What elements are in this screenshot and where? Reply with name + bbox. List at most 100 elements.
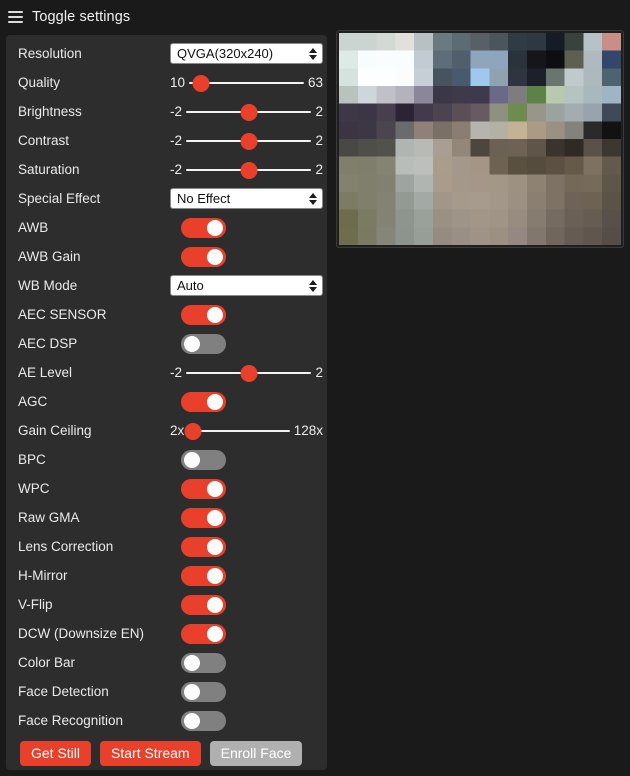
- slider-thumb[interactable]: [240, 132, 258, 150]
- toggle-knob: [207, 625, 223, 642]
- setting-control: [170, 648, 318, 677]
- toggle-bpc[interactable]: [181, 449, 226, 470]
- settings-rows: Resolution QVGA(320x240) Quality 10 63 Bright…: [6, 39, 327, 735]
- setting-label: V-Flip: [18, 597, 53, 612]
- toggle-knob: [207, 393, 223, 410]
- slider-track[interactable]: [186, 161, 312, 179]
- toggle-knob: [207, 567, 223, 584]
- setting-row-h-mirror: H-Mirror: [6, 561, 327, 590]
- slider-saturation[interactable]: -2 2: [170, 161, 323, 179]
- slider-brightness[interactable]: -2 2: [170, 103, 323, 121]
- setting-control: -2 2: [170, 126, 323, 155]
- toggle-agc[interactable]: [181, 391, 226, 412]
- setting-control: Auto: [170, 271, 323, 300]
- setting-control: -2 2: [170, 358, 323, 387]
- toggle-dcw-downsize-en[interactable]: [181, 623, 226, 644]
- setting-label: Quality: [18, 75, 61, 90]
- setting-row-aec-sensor: AEC SENSOR: [6, 300, 327, 329]
- setting-label: AEC DSP: [18, 336, 78, 351]
- setting-label: Face Detection: [18, 684, 109, 699]
- select-wb-mode[interactable]: Auto: [170, 275, 323, 296]
- top-bar: Toggle settings: [0, 0, 630, 33]
- slider-ae-level[interactable]: -2 2: [170, 364, 323, 382]
- slider-quality[interactable]: 10 63: [170, 74, 323, 92]
- setting-row-aec-dsp: AEC DSP: [6, 329, 327, 358]
- slider-thumb[interactable]: [240, 364, 258, 382]
- action-buttons: Get Still Start Stream Enroll Face: [6, 735, 327, 766]
- setting-row-v-flip: V-Flip: [6, 590, 327, 619]
- select-resolution[interactable]: QVGA(320x240): [170, 43, 323, 64]
- setting-label: Saturation: [18, 162, 80, 177]
- slider-contrast[interactable]: -2 2: [170, 132, 323, 150]
- toggle-h-mirror[interactable]: [181, 565, 226, 586]
- slider-track[interactable]: [186, 364, 312, 382]
- setting-row-agc: AGC: [6, 387, 327, 416]
- toggle-wpc[interactable]: [181, 478, 226, 499]
- setting-control: 2x 128x: [170, 416, 323, 445]
- get-still-button[interactable]: Get Still: [20, 741, 92, 766]
- toggle-knob: [207, 219, 223, 236]
- setting-control: [170, 677, 318, 706]
- setting-control: 10 63: [170, 68, 323, 97]
- setting-label: BPC: [18, 452, 46, 467]
- setting-row-contrast: Contrast -2 2: [6, 126, 327, 155]
- slider-thumb[interactable]: [240, 161, 258, 179]
- select-wrapper: No Effect: [170, 188, 323, 209]
- toggle-face-detection[interactable]: [181, 681, 226, 702]
- setting-row-wb-mode: WB Mode Auto: [6, 271, 327, 300]
- setting-control: [170, 387, 318, 416]
- setting-row-bpc: BPC: [6, 445, 327, 474]
- slider-track[interactable]: [184, 422, 290, 440]
- slider-thumb[interactable]: [184, 422, 202, 440]
- toggle-knob: [207, 538, 223, 555]
- slider-track[interactable]: [186, 132, 312, 150]
- setting-row-color-bar: Color Bar: [6, 648, 327, 677]
- setting-row-dcw-downsize-en: DCW (Downsize EN): [6, 619, 327, 648]
- slider-max-label: 2: [315, 104, 323, 119]
- toggle-knob: [207, 248, 223, 265]
- slider-gain-ceiling[interactable]: 2x 128x: [170, 422, 323, 440]
- setting-label: Face Recognition: [18, 713, 124, 728]
- select-special-effect[interactable]: No Effect: [170, 188, 323, 209]
- setting-row-gain-ceiling: Gain Ceiling 2x 128x: [6, 416, 327, 445]
- slider-max-label: 128x: [293, 423, 323, 438]
- toggle-face-recognition[interactable]: [181, 710, 226, 731]
- setting-control: [170, 213, 318, 242]
- toggle-awb-gain[interactable]: [181, 246, 226, 267]
- slider-track[interactable]: [189, 74, 304, 92]
- setting-control: No Effect: [170, 184, 323, 213]
- enroll-face-button[interactable]: Enroll Face: [209, 741, 303, 766]
- slider-thumb[interactable]: [192, 74, 210, 92]
- start-stream-button[interactable]: Start Stream: [100, 741, 201, 766]
- setting-label: Contrast: [18, 133, 70, 148]
- stream-preview[interactable]: [336, 30, 624, 248]
- toggle-aec-sensor[interactable]: [181, 304, 226, 325]
- setting-row-awb-gain: AWB Gain: [6, 242, 327, 271]
- toggle-knob: [184, 712, 200, 729]
- setting-row-wpc: WPC: [6, 474, 327, 503]
- toggle-v-flip[interactable]: [181, 594, 226, 615]
- setting-label: AWB Gain: [18, 249, 81, 264]
- toggle-color-bar[interactable]: [181, 652, 226, 673]
- setting-label: AE Level: [18, 365, 73, 380]
- setting-label: Gain Ceiling: [18, 423, 92, 438]
- setting-label: Resolution: [18, 46, 82, 61]
- slider-max-label: 2: [315, 133, 323, 148]
- setting-row-ae-level: AE Level -2 2: [6, 358, 327, 387]
- setting-row-face-detection: Face Detection: [6, 677, 327, 706]
- toggle-lens-correction[interactable]: [181, 536, 226, 557]
- setting-label: Special Effect: [18, 191, 101, 206]
- toggle-aec-dsp[interactable]: [181, 333, 226, 354]
- slider-track[interactable]: [186, 103, 312, 121]
- setting-control: [170, 474, 318, 503]
- setting-label: WPC: [18, 481, 50, 496]
- toggle-knob: [184, 335, 200, 352]
- toggle-awb[interactable]: [181, 217, 226, 238]
- setting-label: Lens Correction: [18, 539, 114, 554]
- setting-row-resolution: Resolution QVGA(320x240): [6, 39, 327, 68]
- setting-label: Brightness: [18, 104, 82, 119]
- slider-min-label: 10: [170, 75, 186, 90]
- toggle-raw-gma[interactable]: [181, 507, 226, 528]
- hamburger-icon[interactable]: [8, 10, 23, 23]
- slider-thumb[interactable]: [240, 103, 258, 121]
